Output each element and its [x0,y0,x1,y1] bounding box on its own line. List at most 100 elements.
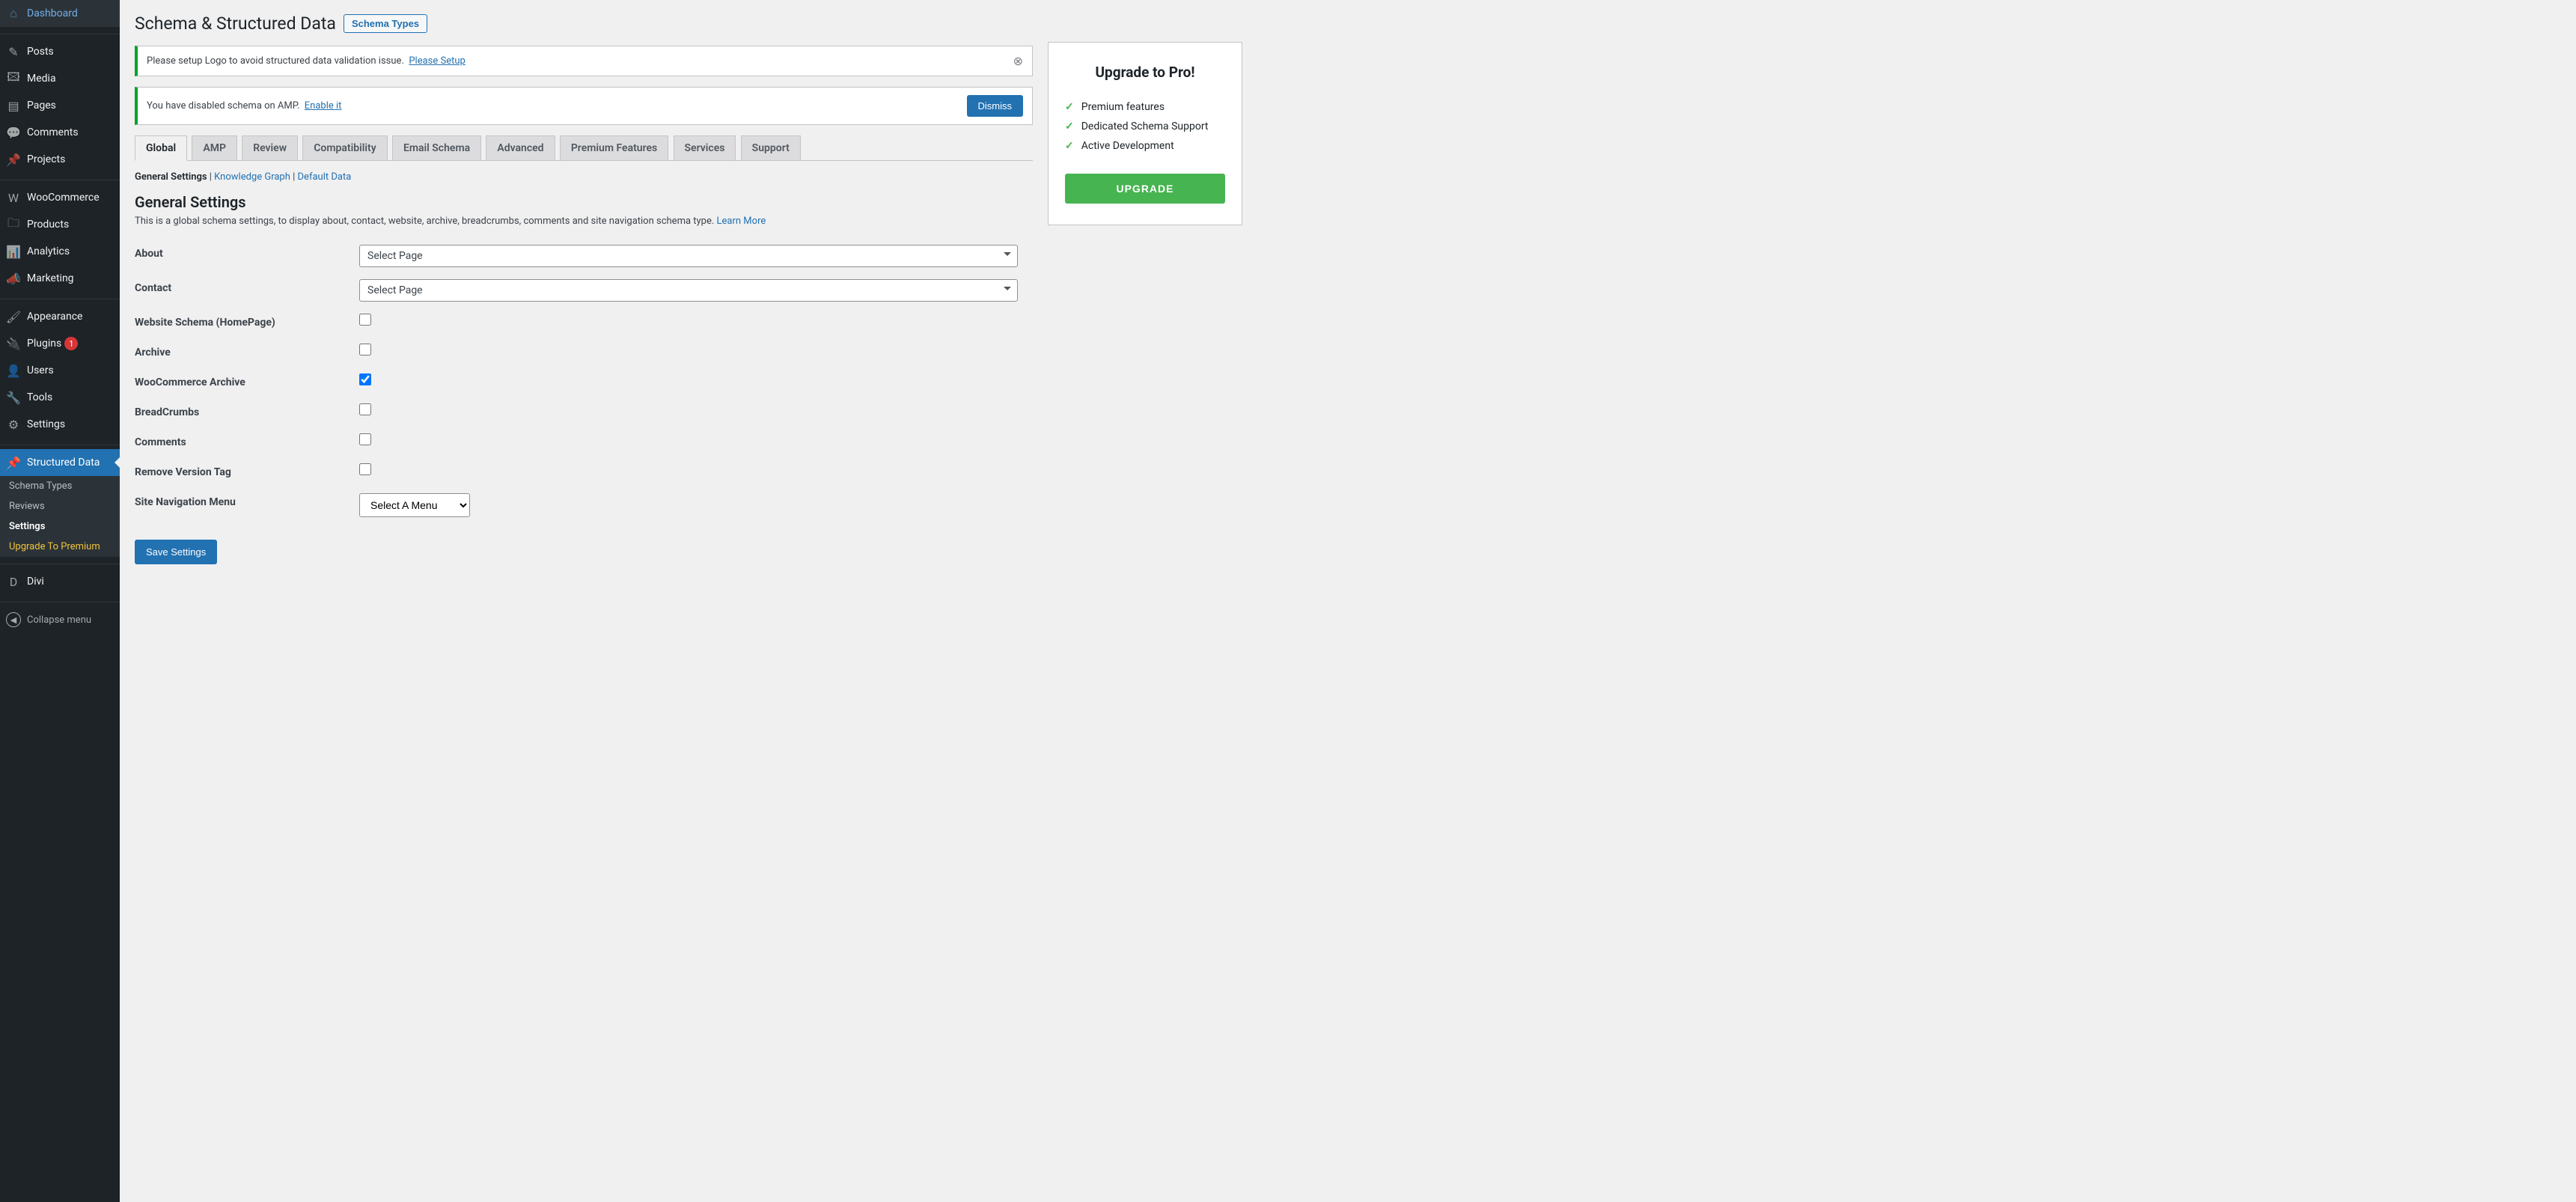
sidebar-label: Analytics [27,245,70,257]
marketing-icon: 📣 [6,271,21,286]
woo-archive-checkbox[interactable] [359,373,371,385]
notice-text: Please setup Logo to avoid structured da… [147,55,466,67]
website-schema-checkbox[interactable] [359,314,371,326]
sub-nav: General Settings | Knowledge Graph | Def… [135,171,1033,183]
dismiss-notice-icon[interactable]: ⊗ [1013,54,1023,68]
enable-it-link[interactable]: Enable it [305,100,342,112]
divi-icon: D [6,574,21,589]
sidebar-item-products[interactable]: 🗀Products [0,211,120,238]
notice-text: You have disabled schema on AMP. Enable … [147,100,341,112]
admin-sidebar: ⌂ Dashboard ✎ Posts 🖾Media ▤ Pages 💬Comment… [0,0,120,1202]
comments-checkbox[interactable] [359,433,371,445]
tab-email-schema[interactable]: Email Schema [392,135,481,160]
contact-select[interactable]: Select Page [359,279,1018,302]
tab-premium-features[interactable]: Premium Features [560,135,668,160]
sidebar-item-appearance[interactable]: 🖌Appearance [0,303,120,330]
collapse-label: Collapse menu [27,614,91,626]
tab-advanced[interactable]: Advanced [486,135,555,160]
sidebar-item-projects[interactable]: 📌 Projects [0,146,120,173]
sidebar-item-plugins[interactable]: 🔌Plugins1 [0,330,120,357]
submenu: Schema Types Reviews Settings Upgrade To… [0,476,120,557]
sidebar-label: Plugins [27,338,61,350]
upgrade-button[interactable]: UPGRADE [1065,174,1225,204]
submenu-settings[interactable]: Settings [0,516,120,537]
tools-icon: 🔧 [6,390,21,405]
comments-label: Comments [135,427,359,457]
dismiss-button[interactable]: Dismiss [967,95,1024,117]
check-icon: ✓ [1065,120,1074,132]
settings-icon: ⚙ [6,417,21,432]
sidebar-label: Marketing [27,272,74,284]
sidebar-item-tools[interactable]: 🔧Tools [0,384,120,411]
section-description: This is a global schema settings, to dis… [135,216,1033,227]
tab-compatibility[interactable]: Compatibility [302,135,387,160]
submenu-reviews[interactable]: Reviews [0,496,120,516]
save-settings-button[interactable]: Save Settings [135,540,217,564]
breadcrumbs-label: BreadCrumbs [135,397,359,427]
sidebar-label: Structured Data [27,457,100,469]
collapse-icon: ◀ [6,612,21,627]
tab-services[interactable]: Services [674,135,736,160]
analytics-icon: 📊 [6,244,21,259]
sidebar-label: Posts [27,46,54,58]
tab-amp[interactable]: AMP [192,135,237,160]
sidebar-label: Projects [27,153,65,165]
comment-icon: 💬 [6,125,21,140]
about-select[interactable]: Select Page [359,245,1018,267]
settings-tabs: Global AMP Review Compatibility Email Sc… [135,135,1033,161]
site-nav-select[interactable]: Select A Menu [359,493,470,517]
sidebar-label: Dashboard [27,7,78,19]
sidebar-label: Media [27,73,56,85]
woo-archive-label: WooCommerce Archive [135,367,359,397]
sidebar-item-pages[interactable]: ▤ Pages [0,92,120,119]
check-icon: ✓ [1065,140,1074,152]
website-schema-label: Website Schema (HomePage) [135,308,359,338]
tab-review[interactable]: Review [242,135,298,160]
subnav-default-data[interactable]: Default Data [298,171,352,183]
sidebar-item-dashboard[interactable]: ⌂ Dashboard [0,0,120,27]
sidebar-item-divi[interactable]: DDivi [0,568,120,595]
notice-logo-setup: Please setup Logo to avoid structured da… [135,46,1033,76]
about-label: About [135,239,359,273]
update-badge: 1 [64,337,78,350]
users-icon: 👤 [6,363,21,378]
sidebar-item-users[interactable]: 👤Users [0,357,120,384]
site-nav-label: Site Navigation Menu [135,487,359,523]
projects-icon: 📌 [6,152,21,167]
subnav-general[interactable]: General Settings [135,171,207,183]
sidebar-item-posts[interactable]: ✎ Posts [0,38,120,65]
subnav-knowledge-graph[interactable]: Knowledge Graph [214,171,290,183]
woo-icon: W [6,190,21,205]
pro-title: Upgrade to Pro! [1065,64,1225,81]
section-heading: General Settings [135,193,1033,211]
learn-more-link[interactable]: Learn More [717,216,766,227]
sidebar-item-media[interactable]: 🖾Media [0,65,120,92]
tab-global[interactable]: Global [135,135,187,161]
upgrade-pro-box: Upgrade to Pro! ✓Premium features ✓Dedic… [1048,42,1242,225]
sidebar-label: WooCommerce [27,192,100,204]
remove-version-label: Remove Version Tag [135,457,359,487]
collapse-menu[interactable]: ◀ Collapse menu [0,606,120,633]
archive-checkbox[interactable] [359,344,371,356]
breadcrumbs-checkbox[interactable] [359,403,371,415]
sidebar-item-woocommerce[interactable]: W WooCommerce [0,184,120,211]
pin-icon: ✎ [6,44,21,59]
sidebar-label: Pages [27,100,56,112]
sidebar-item-analytics[interactable]: 📊 Analytics [0,238,120,265]
sidebar-item-structured-data[interactable]: 📌Structured Data [0,449,120,476]
sidebar-item-comments[interactable]: 💬Comments [0,119,120,146]
remove-version-checkbox[interactable] [359,463,371,475]
submenu-schema-types[interactable]: Schema Types [0,476,120,496]
check-icon: ✓ [1065,101,1074,113]
tab-support[interactable]: Support [741,135,801,160]
submenu-upgrade[interactable]: Upgrade To Premium [0,537,120,557]
notice-amp-disabled: You have disabled schema on AMP. Enable … [135,87,1033,125]
page-icon: ▤ [6,98,21,113]
sidebar-item-marketing[interactable]: 📣 Marketing [0,265,120,292]
contact-label: Contact [135,273,359,308]
please-setup-link[interactable]: Please Setup [409,55,466,67]
gauge-icon: ⌂ [6,6,21,21]
sidebar-label: Products [27,219,69,231]
schema-types-button[interactable]: Schema Types [344,14,427,33]
sidebar-item-settings[interactable]: ⚙Settings [0,411,120,438]
